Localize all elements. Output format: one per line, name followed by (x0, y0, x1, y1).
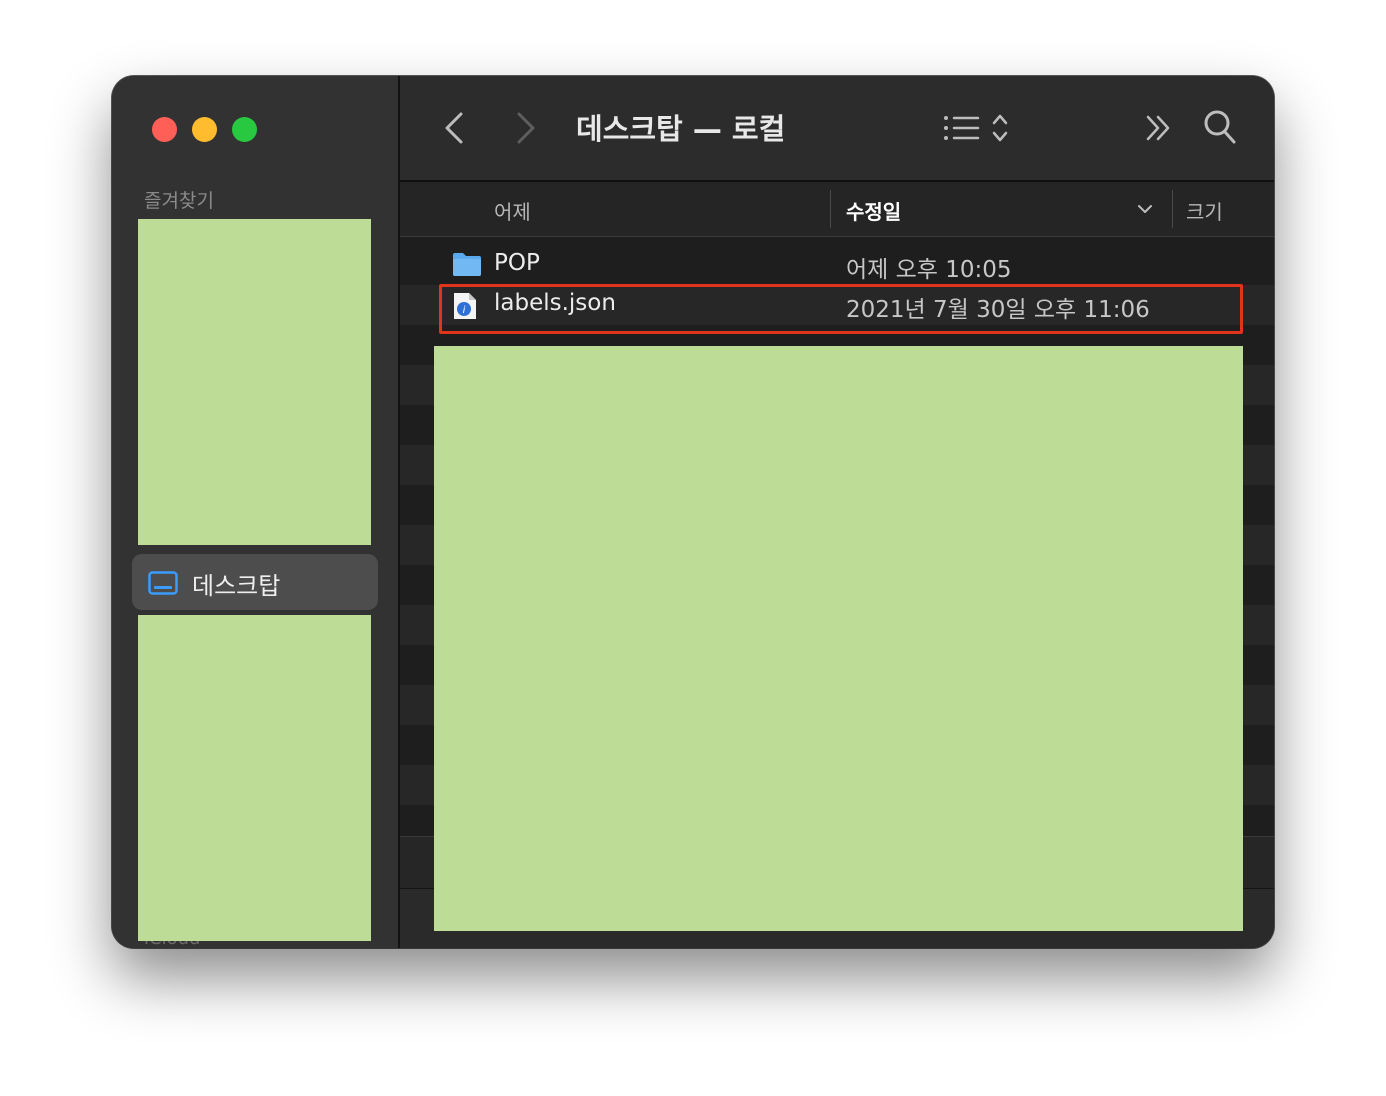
chevron-down-icon (1136, 200, 1154, 219)
minimize-window-button[interactable] (192, 117, 217, 142)
column-name[interactable]: 어제 (494, 196, 531, 225)
file-modified: 어제 오후 10:05 (846, 257, 1012, 283)
more-toolbar-button[interactable] (1144, 112, 1174, 148)
sidebar-item-label: 데스크탑 (192, 572, 281, 600)
double-chevron-right-icon (1146, 115, 1170, 141)
close-window-button[interactable] (152, 117, 177, 142)
column-modified[interactable]: 수정일 (846, 196, 901, 225)
desktop-icon (148, 571, 178, 599)
view-options-button[interactable] (930, 110, 1010, 150)
chevron-left-icon (445, 112, 463, 144)
search-button[interactable] (1202, 108, 1238, 150)
zoom-window-button[interactable] (232, 117, 257, 142)
json-file-icon: i (452, 291, 478, 325)
window-title: 데스크탑 — 로컬 (576, 112, 786, 146)
column-size[interactable]: 크기 (1186, 196, 1223, 225)
folder-icon (452, 251, 482, 281)
redacted-region (138, 615, 371, 941)
column-divider[interactable] (830, 190, 831, 228)
forward-button[interactable] (512, 110, 538, 150)
redacted-region (434, 346, 1243, 931)
finder-window: 즐겨찾기 데스크탑 iCloud (112, 76, 1274, 948)
file-modified: 2021년 7월 30일 오후 11:06 (846, 297, 1150, 323)
file-name: POP (494, 250, 540, 276)
search-icon (1204, 110, 1236, 144)
redacted-region (138, 219, 371, 545)
chevron-right-icon (517, 112, 535, 144)
file-row-labels-json[interactable]: i labels.json 2021년 7월 30일 오후 11:06 (400, 285, 1274, 325)
back-button[interactable] (442, 110, 468, 150)
svg-text:i: i (463, 305, 466, 316)
file-row-pop[interactable]: POP 어제 오후 10:05 (400, 245, 1274, 285)
column-divider[interactable] (1172, 190, 1173, 228)
sidebar: 즐겨찾기 데스크탑 iCloud (112, 76, 400, 948)
sidebar-item-desktop[interactable]: 데스크탑 (132, 554, 378, 610)
list-view-icon (944, 114, 1008, 142)
sidebar-section-favorites: 즐겨찾기 (144, 190, 214, 212)
column-header: 어제 수정일 크기 (400, 182, 1274, 237)
file-name: labels.json (494, 290, 616, 316)
toolbar: 데스크탑 — 로컬 (400, 76, 1274, 182)
